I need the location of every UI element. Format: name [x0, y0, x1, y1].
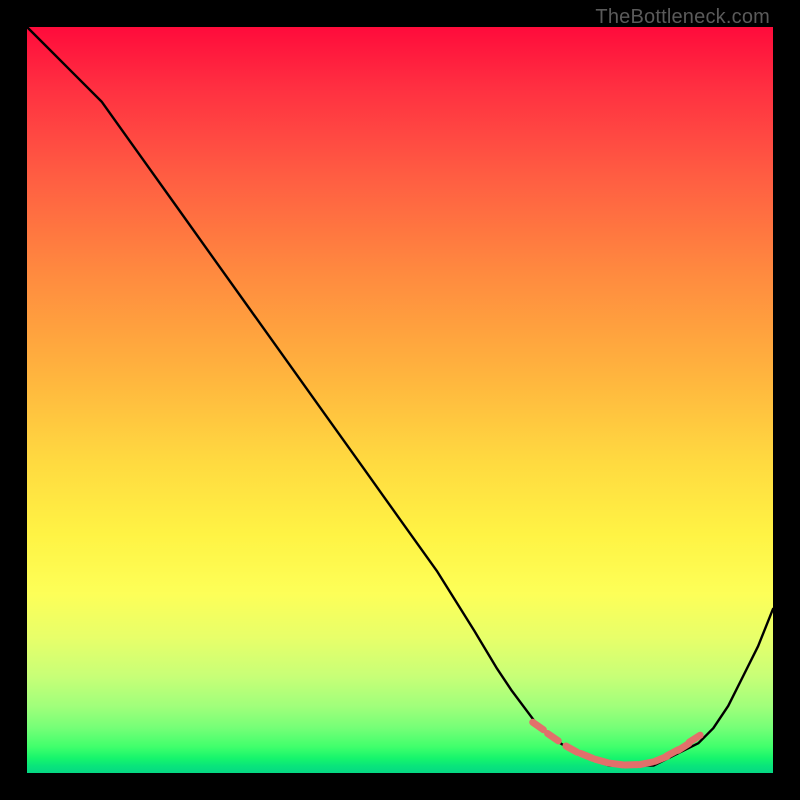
- optimal-marker: [689, 735, 700, 742]
- optimal-marker: [581, 753, 593, 758]
- optimal-marker: [548, 734, 559, 741]
- chart-svg: [27, 27, 773, 773]
- optimal-marker: [640, 762, 653, 765]
- optimal-marker: [533, 722, 544, 729]
- optimal-marker: [595, 759, 608, 763]
- bottleneck-curve: [27, 27, 773, 766]
- watermark-text: TheBottleneck.com: [595, 6, 770, 29]
- optimal-marker: [566, 746, 577, 752]
- optimal-marker: [610, 763, 623, 765]
- optimal-range-markers: [533, 722, 701, 765]
